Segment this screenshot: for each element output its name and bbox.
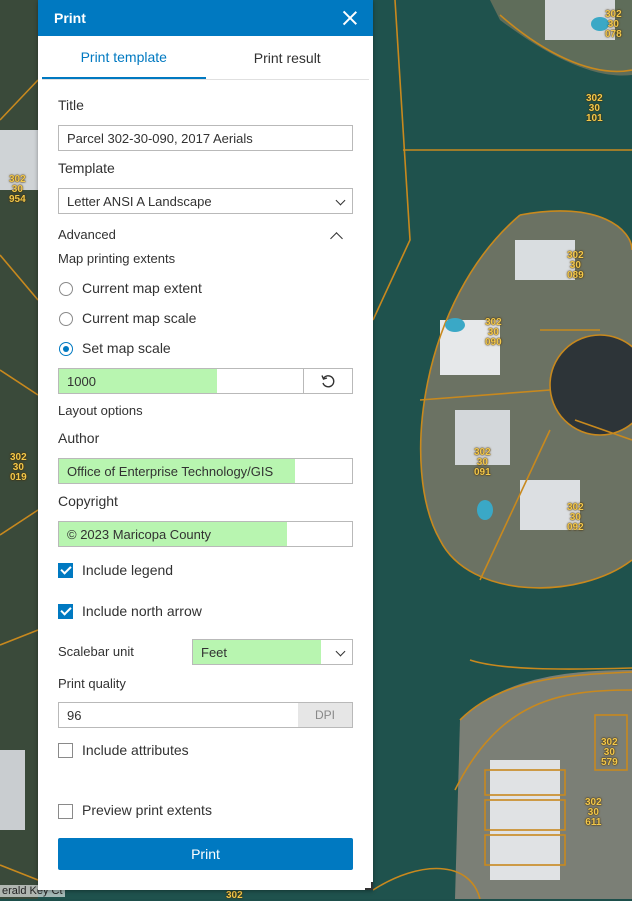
radio-current-scale[interactable] [59, 312, 73, 326]
reset-scale-button[interactable] [303, 368, 353, 394]
include-legend-label[interactable]: Include legend [82, 562, 173, 578]
parcel-label-092: 302 30 092 [567, 502, 584, 533]
parcel-label-579: 302 30 579 [601, 737, 618, 768]
template-label: Template [58, 160, 115, 176]
scalebar-unit-value: Feet [201, 644, 228, 660]
close-icon[interactable] [341, 9, 359, 27]
include-attributes-label[interactable]: Include attributes [82, 742, 189, 758]
chevron-down-icon [335, 195, 346, 206]
author-label: Author [58, 430, 100, 446]
preview-extents-label[interactable]: Preview print extents [82, 802, 212, 818]
parcel-label-019: 302 30 019 [10, 452, 27, 483]
template-value: Letter ANSI A Landscape [67, 193, 212, 209]
radio-set-scale-label[interactable]: Set map scale [82, 340, 171, 356]
copyright-input[interactable]: © 2023 Maricopa County [58, 521, 353, 547]
parcel-label-bottom: 302 [226, 890, 243, 901]
print-panel: Print Print template Print result Title … [38, 0, 373, 890]
preview-extents-checkbox[interactable] [58, 804, 73, 819]
include-north-arrow-checkbox[interactable] [58, 604, 73, 619]
scale-input[interactable]: 1000 [58, 368, 304, 394]
advanced-toggle[interactable]: Advanced [58, 227, 116, 242]
author-input[interactable]: Office of Enterprise Technology/GIS [58, 458, 353, 484]
tab-print-template[interactable]: Print template [42, 36, 206, 79]
parcel-label-091: 302 30 091 [474, 447, 491, 478]
parcel-label-089: 302 30 089 [567, 250, 584, 281]
print-quality-label: Print quality [58, 676, 126, 691]
print-button[interactable]: Print [58, 838, 353, 870]
panel-title: Print [54, 10, 86, 26]
scalebar-unit-label: Scalebar unit [58, 644, 134, 659]
include-legend-checkbox[interactable] [58, 563, 73, 578]
title-label: Title [58, 97, 84, 113]
include-attributes-checkbox[interactable] [58, 743, 73, 758]
title-input[interactable]: Parcel 302-30-090, 2017 Aerials [58, 125, 353, 151]
print-quality-input[interactable]: 96 [58, 702, 299, 728]
radio-current-extent-label[interactable]: Current map extent [82, 280, 202, 296]
chevron-down-icon [335, 646, 346, 657]
radio-current-scale-label[interactable]: Current map scale [82, 310, 196, 326]
layout-options-label: Layout options [58, 403, 143, 418]
include-north-arrow-label[interactable]: Include north arrow [82, 603, 202, 619]
resize-handle[interactable] [365, 882, 373, 890]
tab-bar: Print template Print result [42, 36, 369, 80]
tab-print-result[interactable]: Print result [206, 36, 370, 79]
parcel-label-611: 302 30 611 [585, 797, 602, 828]
scalebar-unit-select[interactable]: Feet [192, 639, 353, 665]
reset-icon [321, 375, 335, 388]
radio-current-extent[interactable] [59, 282, 73, 296]
parcel-label-101: 302 30 101 [586, 93, 603, 124]
radio-set-scale[interactable] [59, 342, 73, 356]
copyright-label: Copyright [58, 493, 118, 509]
parcel-label-090: 302 30 090 [485, 317, 502, 348]
chevron-up-icon[interactable] [330, 232, 343, 245]
template-select[interactable]: Letter ANSI A Landscape [58, 188, 353, 214]
parcel-label-954: 302 30 954 [9, 174, 26, 205]
panel-header: Print [38, 0, 373, 36]
extents-label: Map printing extents [58, 251, 176, 266]
dpi-suffix: DPI [298, 702, 353, 728]
parcel-label-078: 302 30 078 [605, 9, 622, 40]
